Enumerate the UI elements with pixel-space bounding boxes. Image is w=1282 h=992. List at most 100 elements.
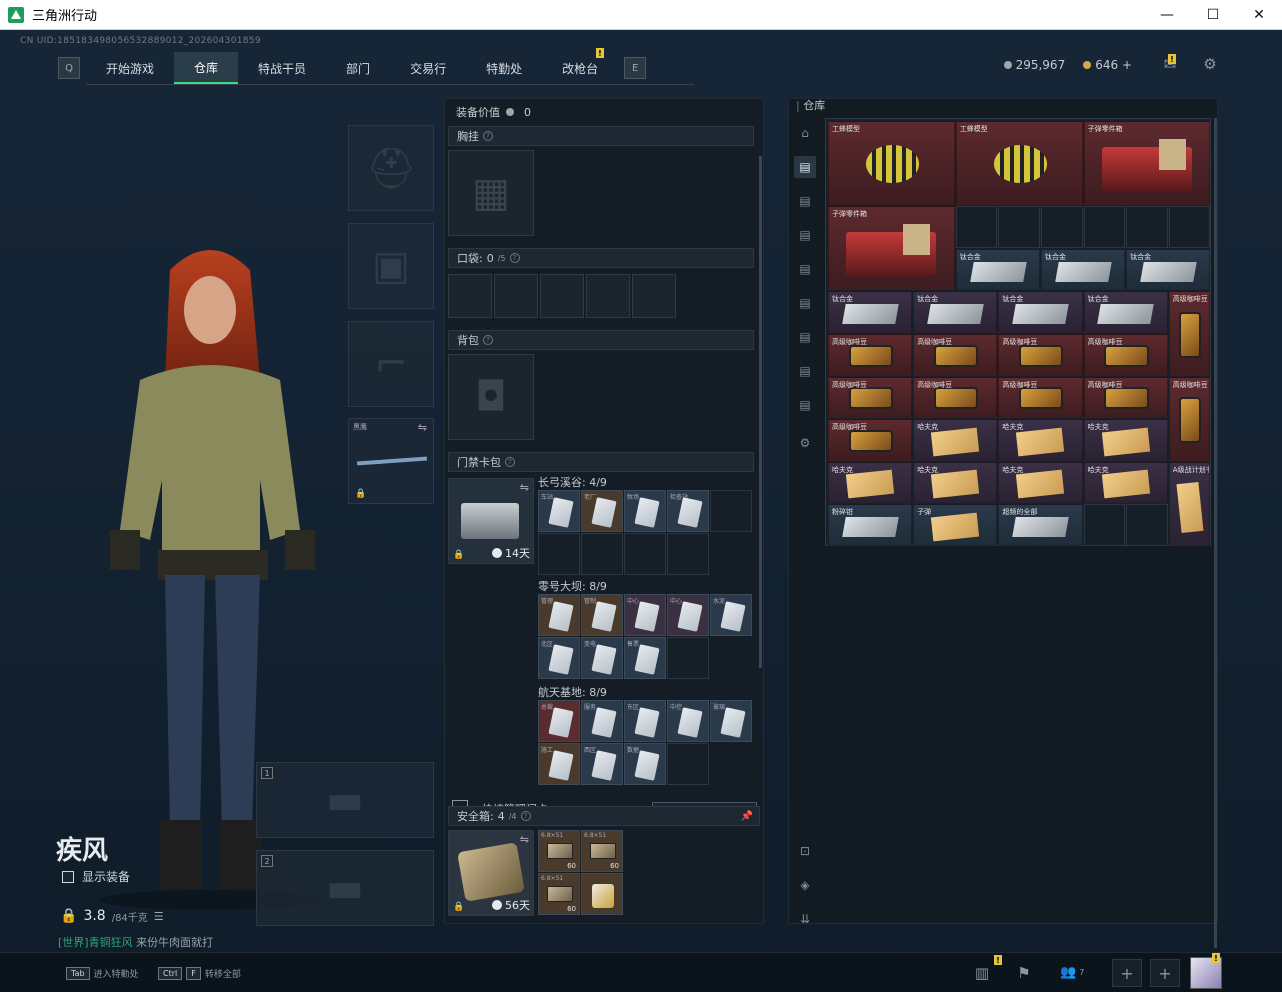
keycard[interactable]: 管理	[538, 594, 580, 636]
empty-stash-cell[interactable]	[1126, 504, 1168, 546]
keycard[interactable]: 检查站	[667, 490, 709, 532]
minimize-button[interactable]: —	[1144, 0, 1190, 30]
hint-enter-special[interactable]: Tab 进入特勤处	[66, 967, 139, 980]
tab-6[interactable]: 改枪台	[542, 52, 618, 84]
stash-item[interactable]: 哈夫克	[913, 461, 998, 504]
show-equipment-toggle[interactable]: 显示装备	[62, 868, 130, 885]
stash-item[interactable]: 超频的全部	[998, 504, 1083, 546]
stash-item[interactable]: 哈夫克	[998, 419, 1083, 461]
stash-item[interactable]: 高级咖啡豆	[998, 376, 1083, 419]
backpack-slot[interactable]: ◘	[448, 354, 534, 440]
flag-icon[interactable]: ⚑	[1014, 963, 1034, 983]
keycard[interactable]: 牧场	[624, 490, 666, 532]
swap-icon[interactable]: ⇋	[418, 421, 427, 434]
stash-item[interactable]: 子弹零件箱	[1083, 121, 1211, 206]
tab-3[interactable]: 部门	[326, 52, 390, 84]
keycard[interactable]: 管制	[581, 594, 623, 636]
stash-tab-all-icon[interactable]: ⌂	[794, 122, 816, 144]
chest-rig-slot[interactable]: ▦	[448, 150, 534, 236]
close-button[interactable]: ✕	[1236, 0, 1282, 30]
stash-tab-5-icon[interactable]: ▤	[794, 292, 816, 314]
keycard[interactable]: 水泥	[710, 594, 752, 636]
tab-5[interactable]: 特勤处	[466, 52, 542, 84]
help-icon[interactable]: ?	[505, 457, 515, 467]
stash-item[interactable]: 哈夫克	[998, 461, 1083, 504]
empty-stash-cell[interactable]	[1083, 206, 1126, 248]
keycard[interactable]: 服务	[581, 700, 623, 742]
keycard[interactable]: 北区	[538, 637, 580, 679]
keycard[interactable]: 售票	[624, 637, 666, 679]
primary-weapon-slot-1[interactable]: 1 ▬	[256, 762, 434, 838]
stash-scrollbar[interactable]	[1214, 118, 1217, 948]
chat-line[interactable]: [世界]青铜狂风 来份牛肉面就打	[58, 934, 213, 950]
stash-sort-icon[interactable]: ⊡	[794, 840, 816, 862]
keycard[interactable]: 东区	[624, 700, 666, 742]
ammo-item[interactable]: 6.8×51 60	[538, 873, 580, 915]
melee-slot[interactable]: 黑鹰 ⇋ 🔒	[348, 418, 434, 504]
squad-button[interactable]: 👥 7	[1060, 965, 1084, 980]
stash-item[interactable]: 哈夫克	[1083, 461, 1168, 504]
swap-icon[interactable]: ⇋	[520, 833, 529, 846]
stash-item[interactable]: A级战计划书	[1168, 461, 1211, 546]
stash-item[interactable]: 哈夫克	[913, 419, 998, 461]
pocket-slot[interactable]	[586, 274, 630, 318]
stash-item[interactable]: 钛合金	[1083, 291, 1168, 333]
empty-keycard-slot[interactable]	[667, 637, 709, 679]
keycard[interactable]: 中控	[667, 700, 709, 742]
pistol-slot[interactable]: ⌐	[348, 321, 434, 407]
empty-keycard-slot[interactable]	[581, 533, 623, 575]
stash-tab-8-icon[interactable]: ▤	[794, 394, 816, 416]
empty-stash-cell[interactable]	[998, 206, 1040, 248]
keycard[interactable]: 变电	[581, 637, 623, 679]
stats-icon[interactable]: ▥	[972, 963, 992, 983]
stash-item[interactable]: 子弹零件箱	[828, 206, 955, 291]
empty-stash-cell[interactable]	[1168, 206, 1211, 248]
invite-slot-1[interactable]: +	[1112, 959, 1142, 987]
keycard[interactable]: 数据	[624, 743, 666, 785]
empty-keycard-slot[interactable]	[624, 533, 666, 575]
keycard[interactable]: 总裁	[538, 700, 580, 742]
stash-item[interactable]: 子弹	[913, 504, 998, 546]
stash-item[interactable]: 高级咖啡豆	[828, 419, 913, 461]
invite-slot-2[interactable]: +	[1150, 959, 1180, 987]
empty-keycard-slot[interactable]	[538, 533, 580, 575]
empty-stash-cell[interactable]	[1041, 206, 1083, 248]
keycard-bag-slot[interactable]: ⇋ 🔒 14天	[448, 478, 534, 564]
list-icon[interactable]: ☰	[154, 910, 164, 923]
stash-item[interactable]: 高级咖啡豆	[913, 376, 998, 419]
stash-item[interactable]: 哈夫克	[1083, 419, 1168, 461]
stash-item[interactable]: 粉碎钳	[828, 504, 913, 546]
help-icon[interactable]: ?	[483, 335, 493, 345]
stash-settings-icon[interactable]: ⚙	[794, 432, 816, 454]
nav-next-key[interactable]: E	[624, 57, 647, 79]
stash-item[interactable]: 高级咖啡豆	[1168, 291, 1211, 376]
stash-item[interactable]: 高级咖啡豆	[998, 334, 1083, 376]
helmet-slot[interactable]: ⛑	[348, 125, 434, 211]
ammo-item[interactable]: 6.8×51 60	[538, 830, 580, 872]
add-currency-button[interactable]: +	[1122, 58, 1132, 72]
mug-item[interactable]	[581, 873, 623, 915]
stash-tab-6-icon[interactable]: ▤	[794, 326, 816, 348]
pocket-slot[interactable]	[494, 274, 538, 318]
pocket-slot[interactable]	[448, 274, 492, 318]
empty-keycard-slot[interactable]	[710, 490, 752, 532]
empty-stash-cell[interactable]	[1126, 206, 1168, 248]
tab-1[interactable]: 仓库	[174, 52, 239, 84]
empty-stash-cell[interactable]	[955, 206, 998, 248]
stash-tab-4-icon[interactable]: ▤	[794, 258, 816, 280]
stash-item[interactable]: 高级咖啡豆	[913, 334, 998, 376]
stash-transfer-icon[interactable]: ⇊	[794, 908, 816, 930]
nav-prev-key[interactable]: Q	[58, 57, 80, 79]
help-icon[interactable]: ?	[520, 811, 531, 821]
keycard[interactable]: 施工	[538, 743, 580, 785]
stash-item[interactable]: 钛合金	[998, 291, 1083, 333]
keycard[interactable]: 中心	[624, 594, 666, 636]
pocket-slot[interactable]	[540, 274, 584, 318]
keycard[interactable]: 玻璃	[710, 700, 752, 742]
gold-currency[interactable]: 646 +	[1083, 58, 1132, 72]
stash-item[interactable]: 高级咖啡豆	[1083, 376, 1168, 419]
stash-item[interactable]: 钛合金	[1041, 248, 1126, 291]
keycard[interactable]: 中心	[667, 594, 709, 636]
stash-item[interactable]: 工蜂模型	[955, 121, 1083, 206]
help-icon[interactable]: ?	[483, 131, 493, 141]
